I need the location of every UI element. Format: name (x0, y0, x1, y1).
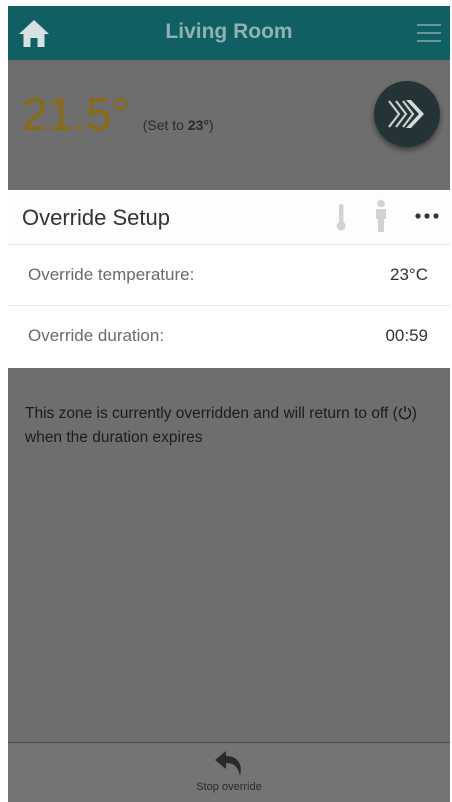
override-info-message: This zone is currently overridden and wi… (25, 405, 417, 446)
hamburger-menu-icon (417, 24, 441, 26)
override-duration-label: Override duration: (28, 326, 165, 345)
top-bar: Living Room (8, 6, 450, 60)
person-icon[interactable] (372, 199, 390, 233)
panel-title: Override Setup (22, 205, 170, 230)
bottom-toolbar: Stop override (8, 742, 450, 802)
power-icon (398, 406, 411, 420)
more-button[interactable] (412, 204, 442, 228)
stop-override-button[interactable]: Stop override (179, 747, 279, 801)
override-temperature-row[interactable]: Override temperature: 23°C (8, 245, 450, 306)
more-icon (415, 213, 439, 219)
override-duration-value: 00:59 (385, 326, 428, 345)
app-screen: Living Room 21.5° (Set to 23°) Override … (8, 6, 450, 802)
menu-button[interactable] (414, 20, 444, 46)
stop-override-label: Stop override (196, 781, 262, 793)
override-temperature-value: 23°C (390, 265, 428, 284)
override-duration-row[interactable]: Override duration: 00:59 (8, 306, 450, 366)
page-title: Living Room (165, 20, 293, 43)
current-temperature: 21.5° (Set to 23°) (22, 88, 214, 151)
set-temp-value: 23° (187, 117, 210, 133)
undo-arrow-icon (215, 751, 241, 776)
thermometer-icon[interactable] (334, 202, 348, 232)
override-temperature-label: Override temperature: (28, 265, 195, 284)
panel-header: Override Setup (8, 190, 450, 245)
set-temperature: (Set to 23°) (142, 117, 214, 133)
current-temp-value: 21.5° (22, 88, 130, 140)
mode-action-button[interactable] (374, 81, 440, 147)
override-setup-panel: Override Setup Override temperature: 23°… (8, 190, 450, 368)
chevrons-right-icon (388, 100, 424, 128)
